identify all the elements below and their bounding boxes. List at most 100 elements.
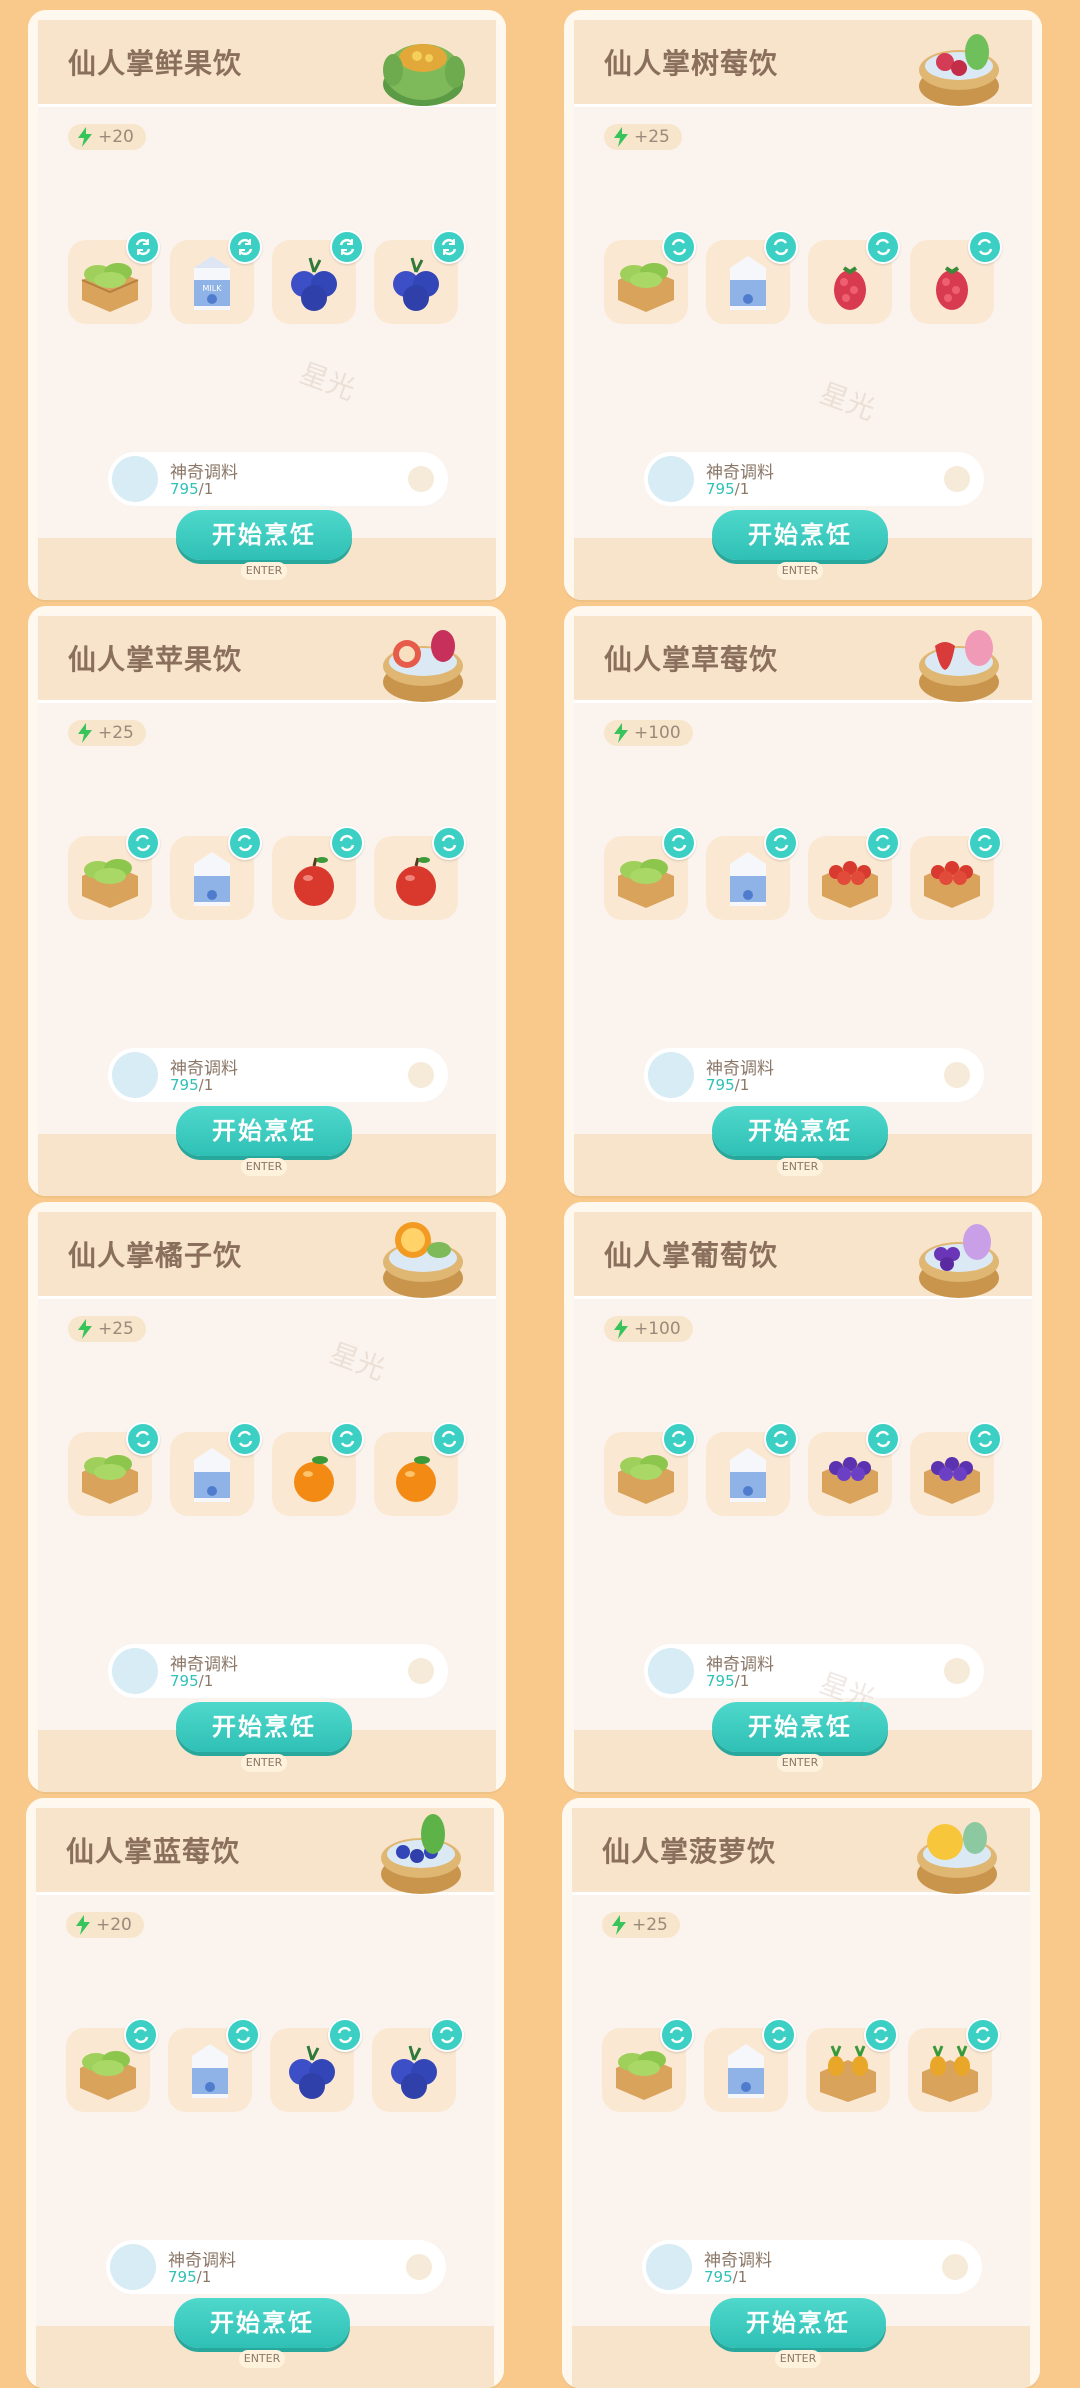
refresh-icon: [977, 1430, 993, 1448]
swap-button[interactable]: [864, 2018, 898, 2052]
ingredient-slot[interactable]: MILK: [170, 230, 262, 324]
ingredient-slot[interactable]: [706, 230, 798, 324]
swap-button[interactable]: [126, 826, 160, 860]
ingredient-slot[interactable]: [706, 826, 798, 920]
ingredient-slot[interactable]: [68, 230, 160, 324]
start-cooking-button[interactable]: 开始烹饪: [712, 510, 888, 560]
ingredient-slot[interactable]: [170, 826, 262, 920]
seasoning-selector[interactable]: 神奇调料 795/1: [644, 1644, 984, 1698]
ingredient-slot[interactable]: [706, 1422, 798, 1516]
ingredient-slot[interactable]: [908, 2018, 1000, 2112]
ingredient-slot[interactable]: [910, 826, 1002, 920]
swap-button[interactable]: [866, 230, 900, 264]
ingredient-slot[interactable]: [910, 1422, 1002, 1516]
seasoning-selector[interactable]: 神奇调料 795/1: [108, 1644, 448, 1698]
swap-button[interactable]: [764, 230, 798, 264]
ingredient-slot[interactable]: [604, 826, 696, 920]
seasoning-toggle[interactable]: [408, 1658, 434, 1684]
seasoning-selector[interactable]: 神奇调料 795/1: [106, 2240, 446, 2294]
ingredient-row: [68, 1422, 488, 1522]
swap-button[interactable]: [866, 1422, 900, 1456]
seasoning-jar-icon: [112, 1648, 158, 1694]
seasoning-toggle[interactable]: [944, 466, 970, 492]
seasoning-selector[interactable]: 神奇调料 795/1: [644, 452, 984, 506]
ingredient-slot[interactable]: [704, 2018, 796, 2112]
seasoning-selector[interactable]: 神奇调料 795/1: [108, 1048, 448, 1102]
swap-button[interactable]: [228, 1422, 262, 1456]
ingredient-row: [66, 2018, 486, 2118]
swap-button[interactable]: [328, 2018, 362, 2052]
swap-button[interactable]: [968, 826, 1002, 860]
ingredient-slot[interactable]: [604, 1422, 696, 1516]
seasoning-selector[interactable]: 神奇调料 795/1: [644, 1048, 984, 1102]
seasoning-toggle[interactable]: [942, 2254, 968, 2280]
swap-button[interactable]: [764, 1422, 798, 1456]
swap-button[interactable]: [968, 230, 1002, 264]
swap-button[interactable]: [126, 1422, 160, 1456]
refresh-icon: [237, 238, 253, 256]
swap-button[interactable]: [662, 1422, 696, 1456]
swap-button[interactable]: [330, 826, 364, 860]
start-cooking-button[interactable]: 开始烹饪: [176, 1106, 352, 1156]
ingredient-slot[interactable]: [272, 826, 364, 920]
start-cooking-button[interactable]: 开始烹饪: [176, 1702, 352, 1752]
seasoning-toggle[interactable]: [944, 1062, 970, 1088]
ingredient-slot[interactable]: [168, 2018, 260, 2112]
ingredient-slot[interactable]: [808, 1422, 900, 1516]
ingredient-slot[interactable]: [604, 230, 696, 324]
swap-button[interactable]: [228, 230, 262, 264]
ingredient-slot[interactable]: [272, 230, 364, 324]
ingredient-slot[interactable]: [808, 826, 900, 920]
seasoning-selector[interactable]: 神奇调料 795/1: [108, 452, 448, 506]
ingredient-slot[interactable]: [68, 826, 160, 920]
recipe-title: 仙人掌橘子饮: [68, 1239, 243, 1272]
start-cooking-button[interactable]: 开始烹饪: [710, 2298, 886, 2348]
ingredient-slot[interactable]: [66, 2018, 158, 2112]
ingredient-slot[interactable]: [68, 1422, 160, 1516]
seasoning-selector[interactable]: 神奇调料 795/1: [642, 2240, 982, 2294]
ingredient-slot[interactable]: [910, 230, 1002, 324]
seasoning-toggle[interactable]: [406, 2254, 432, 2280]
grape-basket-icon: [919, 1224, 999, 1298]
swap-button[interactable]: [430, 2018, 464, 2052]
ingredient-slot[interactable]: [270, 2018, 362, 2112]
swap-button[interactable]: [762, 2018, 796, 2052]
ingredient-slot[interactable]: [170, 1422, 262, 1516]
recipe-card: 仙人掌蓝莓饮 +20 神奇调料 795/1 开始烹饪 ENTER: [26, 1798, 504, 2388]
swap-button[interactable]: [432, 1422, 466, 1456]
seasoning-toggle[interactable]: [408, 1062, 434, 1088]
swap-button[interactable]: [660, 2018, 694, 2052]
start-cooking-button[interactable]: 开始烹饪: [174, 2298, 350, 2348]
ingredient-slot[interactable]: [374, 230, 466, 324]
swap-button[interactable]: [226, 2018, 260, 2052]
seasoning-jar-icon: [112, 1052, 158, 1098]
lightning-icon: [614, 723, 628, 743]
swap-button[interactable]: [124, 2018, 158, 2052]
swap-button[interactable]: [662, 826, 696, 860]
swap-button[interactable]: [228, 826, 262, 860]
start-cooking-button[interactable]: 开始烹饪: [176, 510, 352, 560]
ingredient-row: [604, 230, 1024, 330]
seasoning-toggle[interactable]: [944, 1658, 970, 1684]
ingredient-slot[interactable]: [808, 230, 900, 324]
ingredient-slot[interactable]: [272, 1422, 364, 1516]
ingredient-slot[interactable]: [806, 2018, 898, 2112]
ingredient-slot[interactable]: [602, 2018, 694, 2112]
swap-button[interactable]: [662, 230, 696, 264]
enter-hint: ENTER: [241, 562, 287, 580]
swap-button[interactable]: [126, 230, 160, 264]
swap-button[interactable]: [330, 1422, 364, 1456]
start-cooking-button[interactable]: 开始烹饪: [712, 1106, 888, 1156]
swap-button[interactable]: [968, 1422, 1002, 1456]
swap-button[interactable]: [764, 826, 798, 860]
swap-button[interactable]: [330, 230, 364, 264]
ingredient-slot[interactable]: [374, 1422, 466, 1516]
swap-button[interactable]: [432, 230, 466, 264]
recipe-card: 仙人掌葡萄饮 +100 神奇调料 795/1 开始烹饪 ENTER: [564, 1202, 1042, 1792]
ingredient-slot[interactable]: [372, 2018, 464, 2112]
swap-button[interactable]: [866, 826, 900, 860]
ingredient-slot[interactable]: [374, 826, 466, 920]
swap-button[interactable]: [432, 826, 466, 860]
swap-button[interactable]: [966, 2018, 1000, 2052]
seasoning-toggle[interactable]: [408, 466, 434, 492]
